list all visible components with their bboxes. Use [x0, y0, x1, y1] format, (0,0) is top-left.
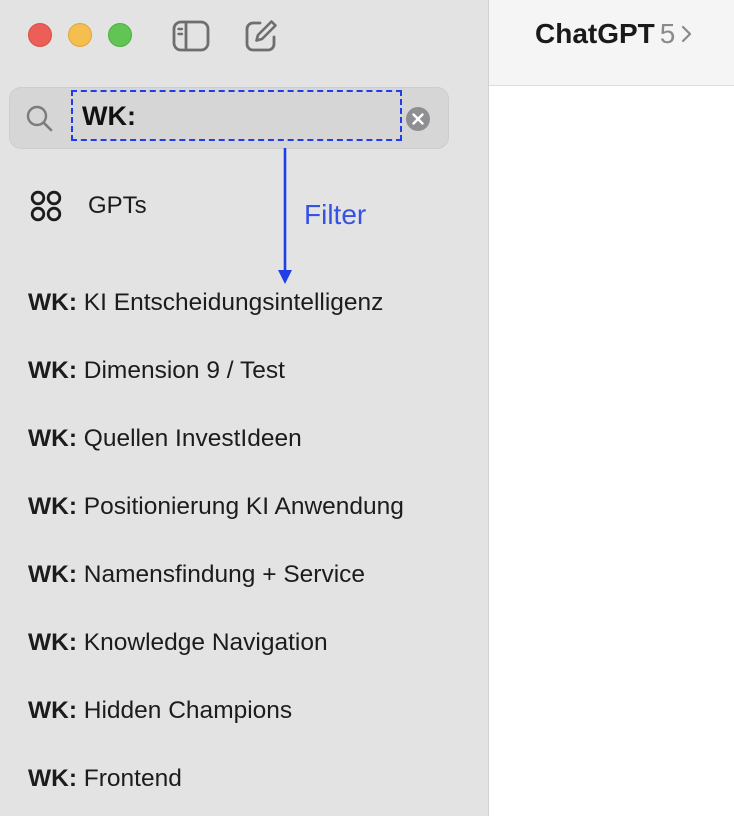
sidebar: Filter GPTs WK: KI Entscheidungsintellig…	[0, 0, 489, 816]
model-version: 5	[659, 18, 676, 49]
chat-prefix: WK:	[28, 289, 77, 316]
chat-title: Knowledge Navigation	[83, 629, 328, 656]
chat-prefix: WK:	[28, 697, 77, 724]
search-input[interactable]	[82, 101, 382, 131]
chat-list-item[interactable]: WK: Knowledge Navigation	[28, 623, 328, 663]
chat-prefix: WK:	[28, 765, 77, 792]
chat-prefix: WK:	[28, 561, 77, 588]
annotation-label: Filter	[304, 199, 367, 230]
chevron-right-icon	[682, 25, 692, 43]
chat-header: ChatGPT 5	[489, 0, 734, 86]
chat-list-item[interactable]: WK: Namensfindung + Service	[28, 555, 365, 595]
chat-prefix: WK:	[28, 629, 77, 656]
chat-title: Frontend	[83, 765, 182, 792]
window-maximize-button[interactable]	[108, 23, 132, 47]
compose-icon	[245, 20, 277, 52]
chat-prefix: WK:	[28, 493, 77, 520]
chat-list-item[interactable]: WK: Frontend	[28, 759, 182, 799]
chat-title: Positionierung KI Anwendung	[83, 493, 404, 520]
chat-prefix: WK:	[28, 425, 77, 452]
sidebar-toggle-icon	[172, 20, 210, 52]
chat-list-item[interactable]: WK: Dimension 9 / Test	[28, 351, 285, 391]
chat-list-item[interactable]: WK: KI Entscheidungsintelligenz	[28, 283, 383, 323]
chat-title: Namensfindung + Service	[83, 561, 366, 588]
window-minimize-button[interactable]	[68, 23, 92, 47]
chat-main-area	[489, 86, 734, 816]
chat-title: Hidden Champions	[83, 697, 293, 724]
chat-list-item[interactable]: WK: Hidden Champions	[28, 691, 292, 731]
clear-icon[interactable]	[406, 107, 430, 131]
chat-prefix: WK:	[28, 357, 77, 384]
chat-title: Quellen InvestIdeen	[83, 425, 302, 452]
gpts-label: GPTs	[88, 192, 147, 219]
chat-title: KI Entscheidungsintelligenz	[83, 289, 384, 316]
search-icon	[26, 105, 53, 132]
chat-title: Dimension 9 / Test	[83, 357, 285, 384]
new-chat-button[interactable]	[241, 16, 281, 56]
gpts-nav-item[interactable]: GPTs	[28, 186, 147, 226]
model-selector[interactable]: ChatGPT 5	[535, 14, 693, 54]
grid-icon	[30, 190, 62, 222]
model-name: ChatGPT	[535, 18, 655, 49]
annotation-arrow-icon	[278, 148, 292, 284]
chat-list-item[interactable]: WK: Positionierung KI Anwendung	[28, 487, 404, 527]
search-field[interactable]	[9, 87, 449, 149]
chat-list-item[interactable]: WK: Quellen InvestIdeen	[28, 419, 302, 459]
window-close-button[interactable]	[28, 23, 52, 47]
toggle-sidebar-button[interactable]	[171, 16, 211, 56]
